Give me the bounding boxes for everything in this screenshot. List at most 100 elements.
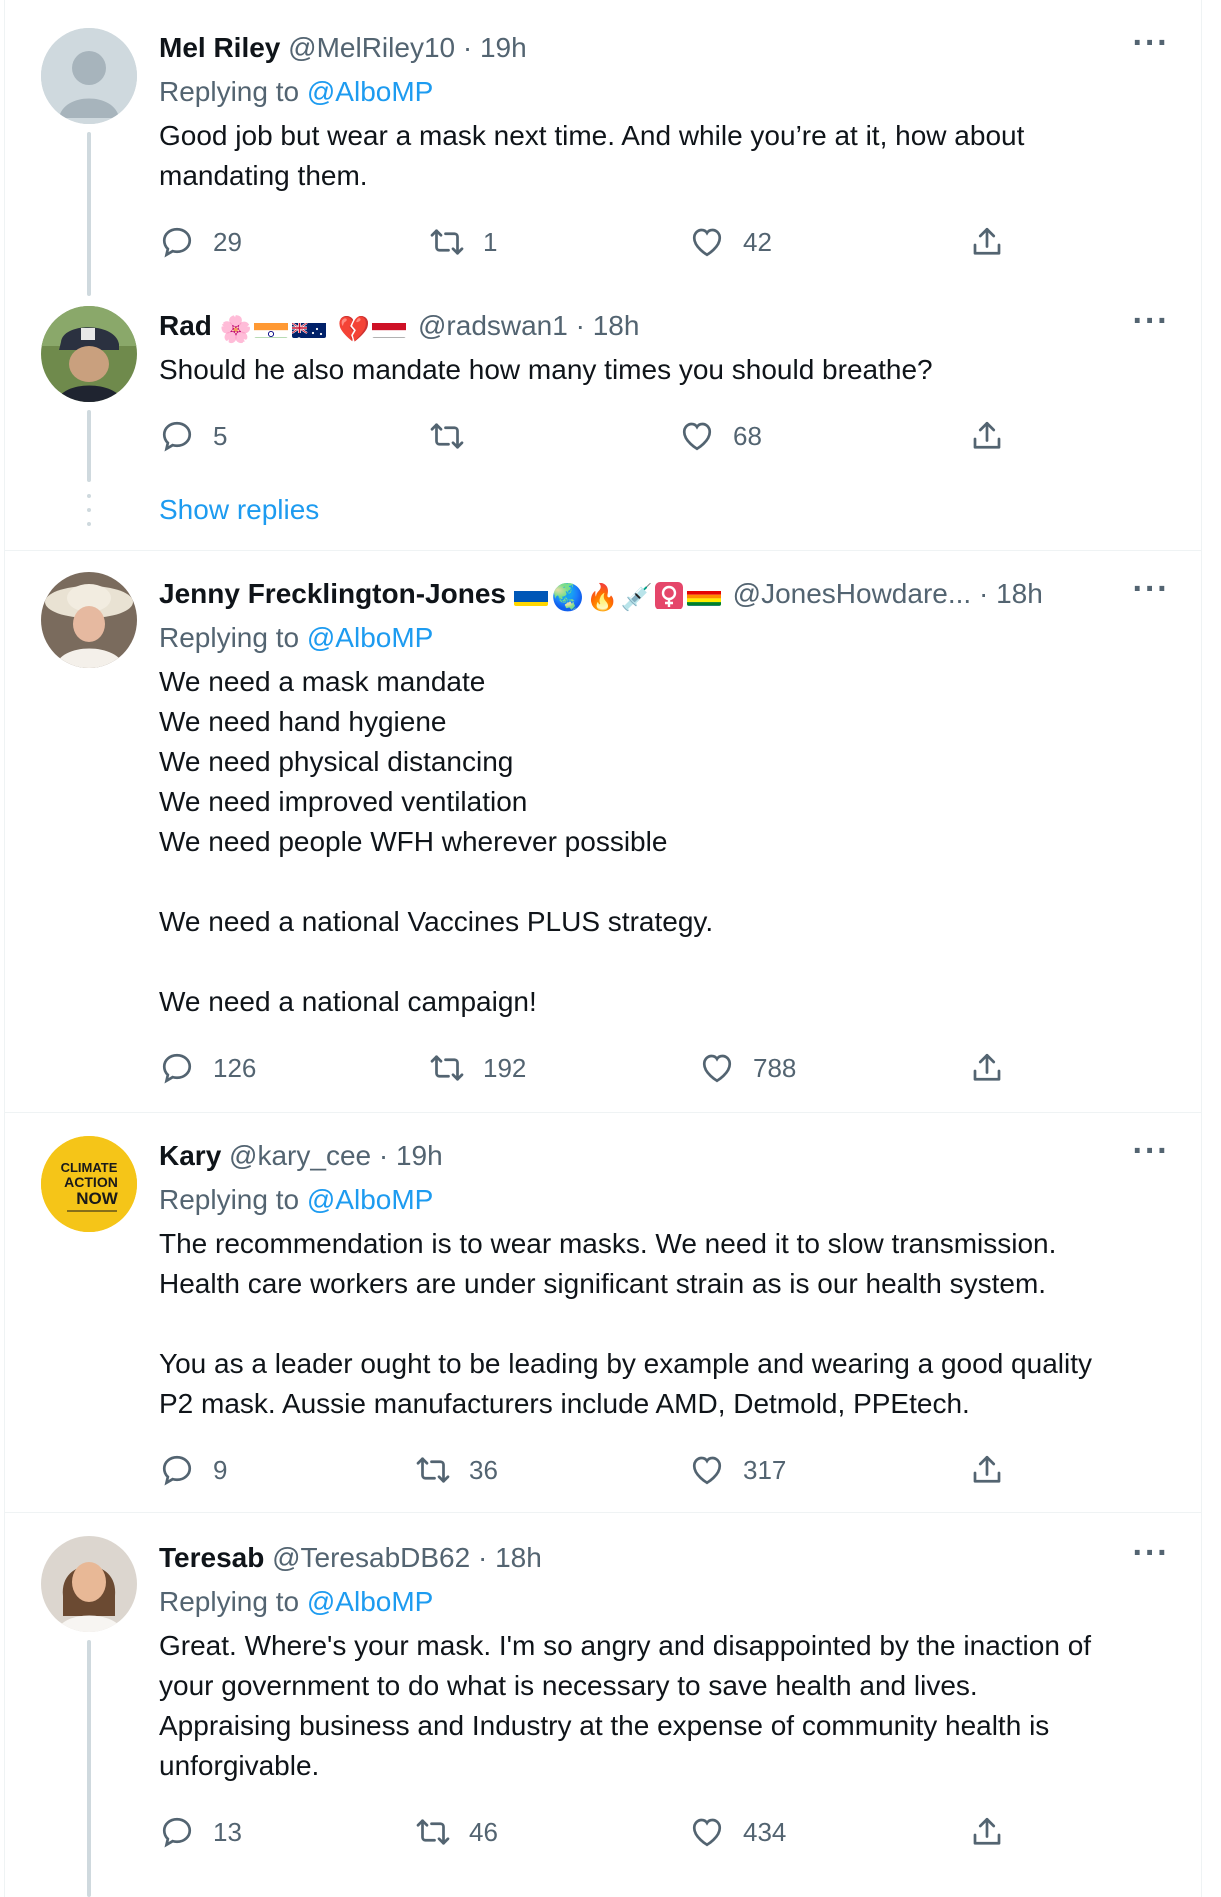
handle[interactable]: @TeresabDB62 [272,1542,470,1573]
svg-text:CLIMATE: CLIMATE [61,1160,118,1175]
more-icon[interactable]: ··· [1131,1134,1171,1178]
retweet-icon [416,1819,450,1845]
more-icon[interactable]: ··· [1131,304,1171,348]
retweet-icon [430,229,464,255]
avatar-default[interactable] [41,28,137,124]
action-bar: 13 46 434 [159,1810,1019,1854]
profile-photo [41,1536,137,1632]
replying-to-link[interactable]: @AlboMP [307,76,433,107]
reply-button[interactable]: 13 [159,1810,242,1854]
more-icon[interactable]: ··· [1131,1536,1171,1580]
retweet-icon [416,1457,450,1483]
globe-icon: 🌏 [551,582,585,612]
retweet-icon [430,1055,464,1081]
replying-to: Replying to @AlboMP [159,1184,434,1215]
like-count: 317 [743,1454,787,1485]
more-icon[interactable]: ··· [1131,26,1171,70]
share-button[interactable] [969,414,1023,458]
like-count: 788 [753,1052,797,1083]
heart-icon [692,228,722,257]
like-count: 42 [743,226,772,257]
like-button[interactable]: 68 [679,414,762,458]
display-name[interactable]: Kary [159,1140,221,1171]
like-button[interactable]: 788 [699,1046,796,1090]
timestamp[interactable]: · 18h [478,1542,542,1573]
display-name[interactable]: Jenny Frecklington-Jones [159,578,506,609]
female-sign-icon [654,581,683,609]
timestamp[interactable]: · 18h [979,578,1043,609]
climate-action-now-logo: CLIMATE ACTION NOW [41,1136,137,1232]
share-icon [973,227,1001,255]
reply-icon [162,1817,192,1848]
action-bar: 9 36 317 [159,1448,1019,1492]
retweet-icon [430,423,464,449]
reply-button[interactable]: 9 [159,1448,227,1492]
action-bar: 29 1 42 [159,220,1019,264]
divider [5,1512,1201,1513]
thread-line [87,1640,91,1897]
handle[interactable]: @MelRiley10 [288,32,455,63]
display-name[interactable]: Mel Riley [159,32,280,63]
timestamp[interactable]: · 19h [463,32,527,63]
display-name[interactable]: Rad [159,310,212,341]
reply-button[interactable]: 126 [159,1046,256,1090]
heart-icon [702,1054,732,1083]
replying-to: Replying to @AlboMP [159,622,434,653]
retweet-button[interactable]: 36 [415,1448,498,1492]
timestamp[interactable]: · 18h [576,310,640,341]
divider [5,550,1201,551]
avatar-kary[interactable]: CLIMATE ACTION NOW [41,1136,137,1232]
timestamp[interactable]: · 19h [379,1140,443,1171]
replies-timeline: Mel Riley @MelRiley10 · 19h ··· Replying… [4,0,1202,1897]
handle[interactable]: @radswan1 [418,310,568,341]
retweet-count: 192 [483,1052,527,1083]
handle[interactable]: @JonesHowdare... [733,578,972,609]
like-button[interactable]: 434 [689,1810,786,1854]
avatar-teresab[interactable] [41,1536,137,1632]
reply-icon [162,227,192,258]
tweet-text: We need a mask mandate We need hand hygi… [159,666,714,1017]
avatar-jenny[interactable] [41,572,137,668]
retweet-button[interactable] [429,414,483,458]
retweet-button[interactable]: 192 [429,1046,526,1090]
replying-to-link[interactable]: @AlboMP [307,1586,433,1617]
reply-count: 5 [213,420,228,451]
like-count: 434 [743,1816,787,1847]
display-name[interactable]: Teresab [159,1542,264,1573]
reply-icon [162,421,192,452]
retweet-button[interactable]: 1 [429,220,497,264]
handle[interactable]: @kary_cee [229,1140,371,1171]
reply-button[interactable]: 29 [159,220,242,264]
action-bar: 5 68 [159,414,1019,458]
default-avatar-icon [41,28,137,124]
reply-icon [162,1455,192,1486]
replying-to-link[interactable]: @AlboMP [307,622,433,653]
share-button[interactable] [969,220,1023,264]
like-button[interactable]: 42 [689,220,772,264]
share-icon [973,1455,1001,1483]
retweet-button[interactable]: 46 [415,1810,498,1854]
replying-to: Replying to @AlboMP [159,1586,434,1617]
rainbow-flag-icon [686,584,721,606]
show-replies-link[interactable]: Show replies [159,490,319,530]
replying-to: Replying to @AlboMP [159,76,434,107]
profile-photo [41,572,137,668]
divider [5,1112,1201,1113]
replying-to-link[interactable]: @AlboMP [307,1184,433,1215]
svg-text:ACTION: ACTION [64,1174,118,1190]
reply-button[interactable]: 5 [159,414,227,458]
tweet-header: Rad 🌸 💔 @radswan1 · 18h [159,306,1101,346]
ukraine-flag-icon [513,584,548,606]
share-button[interactable] [969,1046,1023,1090]
yemen-flag-icon [372,316,407,338]
share-icon [973,421,1001,449]
share-button[interactable] [969,1810,1023,1854]
tweet-header: Jenny Frecklington-Jones 🌏🔥💉 @JonesHowda… [159,574,1101,614]
share-button[interactable] [969,1448,1023,1492]
reply-count: 9 [213,1454,228,1485]
like-button[interactable]: 317 [689,1448,786,1492]
more-icon[interactable]: ··· [1131,572,1171,616]
tweet-text: Great. Where's your mask. I'm so angry a… [159,1630,1092,1781]
avatar-rad[interactable] [41,306,137,402]
fire-icon: 🔥 [586,582,619,612]
